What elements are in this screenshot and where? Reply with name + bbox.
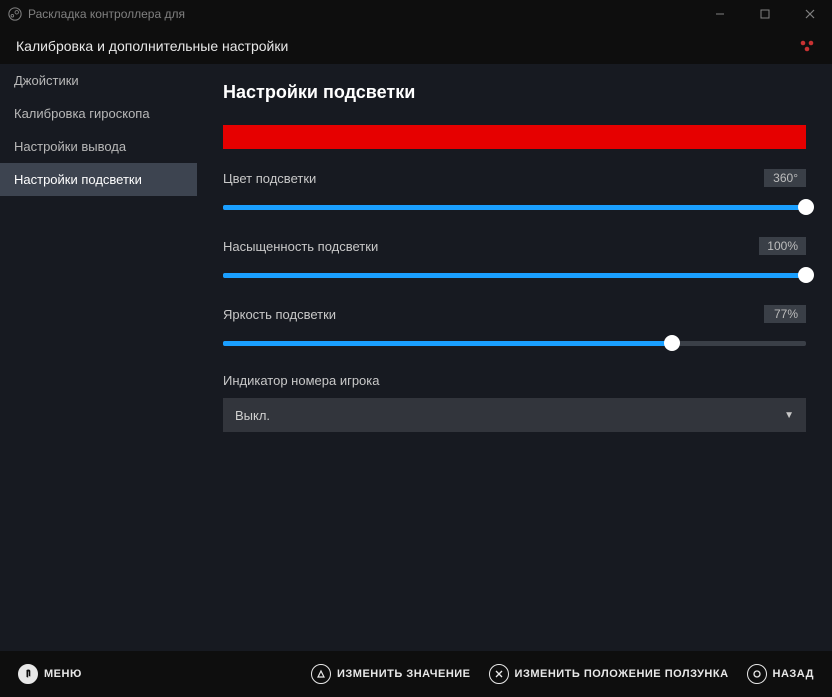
setting-label: Яркость подсветки: [223, 307, 336, 322]
sidebar-item-output[interactable]: Настройки вывода: [0, 130, 197, 163]
select-value: Выкл.: [235, 408, 270, 423]
sidebar-item-lighting[interactable]: Настройки подсветки: [0, 163, 197, 196]
header-title: Калибровка и дополнительные настройки: [16, 38, 288, 54]
chevron-down-icon: ▼: [784, 410, 794, 421]
setting-value-field[interactable]: 100%: [759, 237, 806, 255]
setting-label: Насыщенность подсветки: [223, 239, 378, 254]
footer-label: НАЗАД: [773, 668, 814, 680]
window-title: Раскладка контроллера для: [28, 7, 185, 21]
window-controls: [697, 0, 832, 28]
footer-back[interactable]: НАЗАД: [747, 664, 814, 684]
controller-status-icon[interactable]: [798, 39, 816, 53]
cross-icon: [489, 664, 509, 684]
minimize-button[interactable]: [697, 0, 742, 28]
setting-value-field[interactable]: 77%: [764, 305, 806, 323]
setting-brightness: Яркость подсветки 77%: [223, 305, 806, 351]
ps-icon: [18, 664, 38, 684]
main-panel: Настройки подсветки Цвет подсветки 360° …: [197, 64, 832, 651]
slider-thumb[interactable]: [664, 335, 680, 351]
hue-slider[interactable]: [223, 199, 806, 215]
circle-icon: [747, 664, 767, 684]
footer-change-slider[interactable]: ИЗМЕНИТЬ ПОЛОЖЕНИЕ ПОЛЗУНКА: [489, 664, 729, 684]
setting-value-field[interactable]: 360°: [764, 169, 806, 187]
brightness-slider[interactable]: [223, 335, 806, 351]
footer-label: ИЗМЕНИТЬ ПОЛОЖЕНИЕ ПОЛЗУНКА: [515, 668, 729, 680]
sidebar-item-label: Калибровка гироскопа: [14, 106, 150, 121]
body: Джойстики Калибровка гироскопа Настройки…: [0, 64, 832, 651]
page-header: Калибровка и дополнительные настройки: [0, 28, 832, 64]
setting-saturation: Насыщенность подсветки 100%: [223, 237, 806, 283]
slider-thumb[interactable]: [798, 199, 814, 215]
sidebar-item-gyro[interactable]: Калибровка гироскопа: [0, 97, 197, 130]
maximize-button[interactable]: [742, 0, 787, 28]
sidebar-item-joysticks[interactable]: Джойстики: [0, 64, 197, 97]
player-indicator-select[interactable]: Выкл. ▼: [223, 398, 806, 432]
sidebar-item-label: Джойстики: [14, 73, 79, 88]
footer-label: МЕНЮ: [44, 668, 82, 680]
sidebar: Джойстики Калибровка гироскопа Настройки…: [0, 64, 197, 651]
main-title: Настройки подсветки: [223, 82, 806, 103]
saturation-slider[interactable]: [223, 267, 806, 283]
sidebar-item-label: Настройки вывода: [14, 139, 126, 154]
footer-menu-button[interactable]: МЕНЮ: [18, 664, 82, 684]
footer-change-value[interactable]: ИЗМЕНИТЬ ЗНАЧЕНИЕ: [311, 664, 471, 684]
setting-label: Цвет подсветки: [223, 171, 316, 186]
sidebar-item-label: Настройки подсветки: [14, 172, 142, 187]
setting-hue: Цвет подсветки 360°: [223, 169, 806, 215]
color-preview: [223, 125, 806, 149]
footer: МЕНЮ ИЗМЕНИТЬ ЗНАЧЕНИЕ ИЗМЕНИТЬ ПОЛОЖЕНИ…: [0, 651, 832, 697]
titlebar: Раскладка контроллера для: [0, 0, 832, 28]
window: Раскладка контроллера для Калибровка и д…: [0, 0, 832, 697]
footer-label: ИЗМЕНИТЬ ЗНАЧЕНИЕ: [337, 668, 471, 680]
steam-icon: [8, 7, 22, 21]
close-button[interactable]: [787, 0, 832, 28]
slider-thumb[interactable]: [798, 267, 814, 283]
player-indicator-label: Индикатор номера игрока: [223, 373, 806, 388]
triangle-icon: [311, 664, 331, 684]
